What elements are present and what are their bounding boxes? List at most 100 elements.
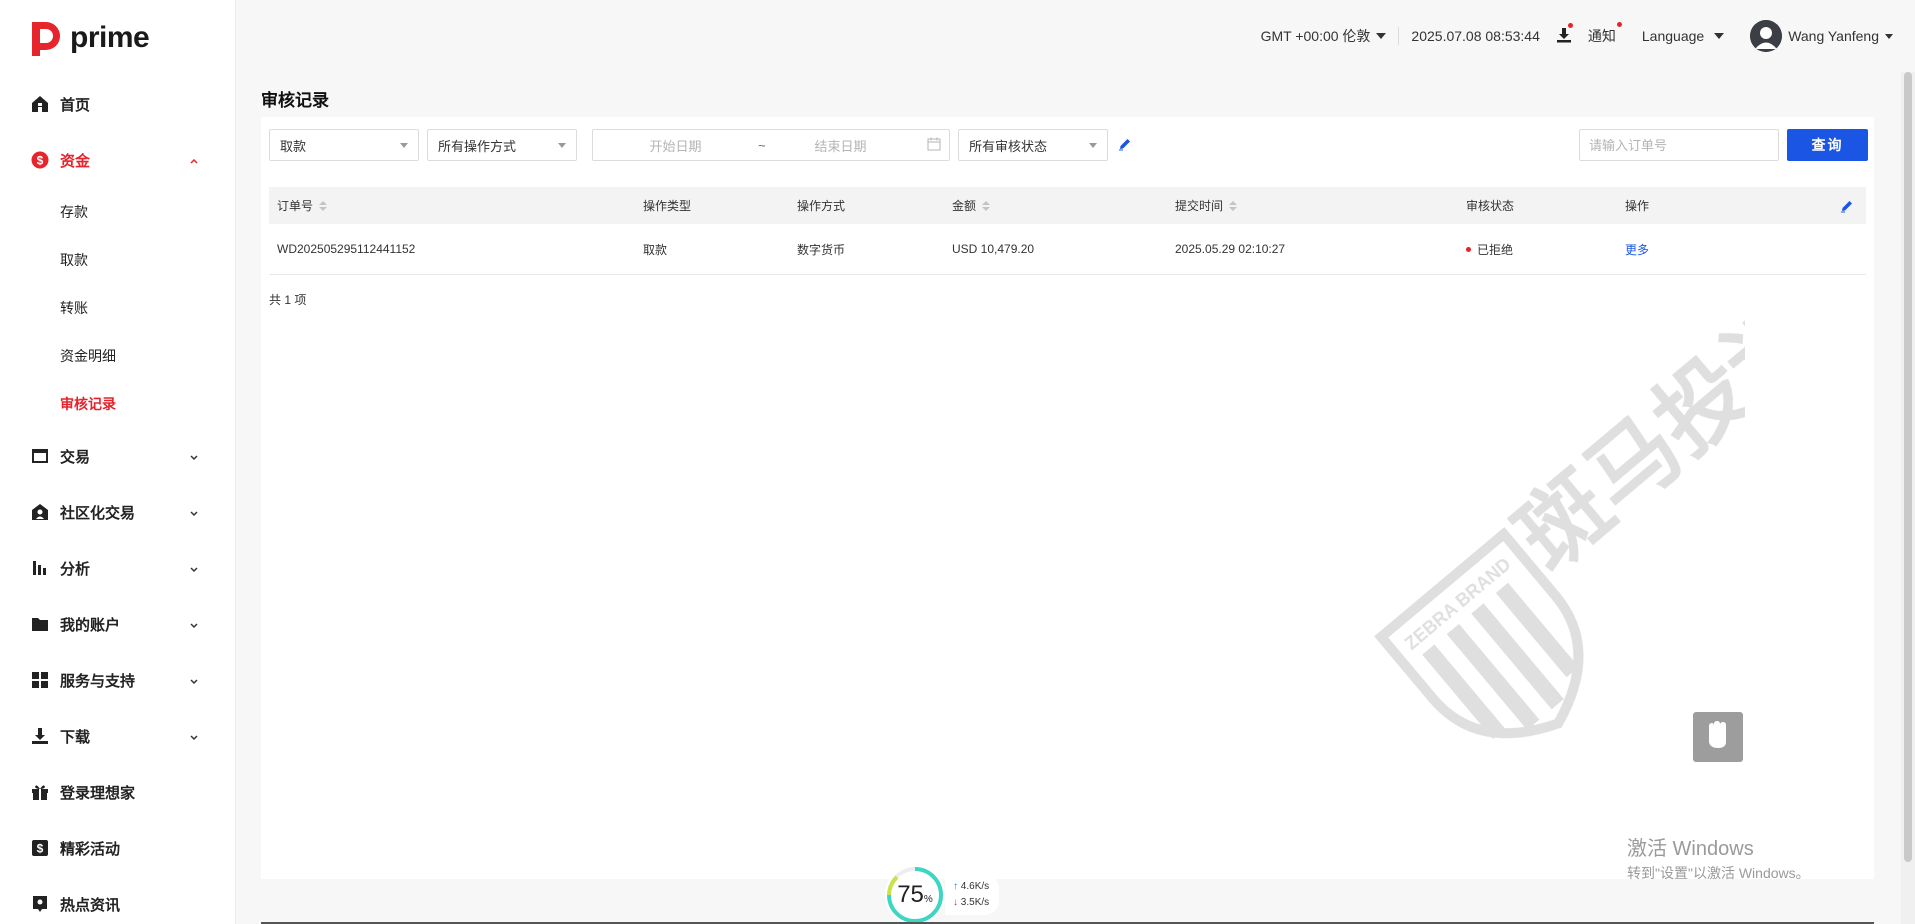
timezone-selector[interactable]: GMT +00:00 伦敦 bbox=[1261, 26, 1387, 46]
download-unit: K/s bbox=[974, 897, 990, 908]
chevron-down-icon bbox=[188, 618, 200, 630]
download-center-button[interactable] bbox=[1556, 22, 1573, 46]
language-selector[interactable]: Language bbox=[1641, 28, 1725, 44]
brand-name: prime bbox=[70, 21, 150, 54]
sidebar-item-service-support[interactable]: 服务与支持 bbox=[0, 652, 236, 708]
start-date-input[interactable]: 开始日期 bbox=[593, 136, 758, 155]
column-label: 操作 bbox=[1625, 199, 1650, 213]
column-label: 提交时间 bbox=[1175, 199, 1224, 213]
caret-down-icon bbox=[558, 143, 566, 148]
selected-value: 所有操作方式 bbox=[438, 138, 517, 154]
sidebar-item-community-trading[interactable]: 社区化交易 bbox=[0, 484, 236, 540]
sort-icon bbox=[319, 200, 328, 211]
user-name: Wang Yanfeng bbox=[1788, 28, 1879, 44]
page-title: 审核记录 bbox=[261, 91, 329, 110]
sidebar-item-analysis[interactable]: 分析 bbox=[0, 540, 236, 596]
column-label: 订单号 bbox=[277, 199, 314, 213]
sidebar-subitem-withdraw[interactable]: 取款 bbox=[0, 236, 236, 284]
analysis-icon bbox=[30, 558, 50, 578]
column-op-method: 操作方式 bbox=[797, 197, 845, 214]
sidebar-item-login-ideal-home[interactable]: 登录理想家 bbox=[0, 764, 236, 820]
vertical-scrollbar[interactable] bbox=[1901, 72, 1915, 924]
query-button[interactable]: 查询 bbox=[1787, 129, 1868, 161]
notification-button[interactable]: 通知 bbox=[1587, 22, 1622, 46]
sidebar-subitem-transfer[interactable]: 转账 bbox=[0, 284, 236, 332]
date-range-picker[interactable]: 开始日期 ~ 结束日期 bbox=[592, 129, 950, 161]
status-dot bbox=[1466, 246, 1471, 252]
chevron-down-icon bbox=[188, 562, 200, 574]
user-menu[interactable]: Wang Yanfeng bbox=[1750, 20, 1893, 52]
download-arrow-icon: ↓ bbox=[953, 897, 958, 908]
operation-method-select[interactable]: 所有操作方式 bbox=[427, 129, 577, 161]
sidebar-subitem-review-records[interactable]: 审核记录 bbox=[0, 380, 236, 428]
current-datetime: 2025.07.08 08:53:44 bbox=[1411, 28, 1540, 44]
column-op-type: 操作类型 bbox=[643, 197, 691, 214]
divider bbox=[1398, 27, 1400, 45]
sort-icon bbox=[1229, 200, 1238, 211]
cell-op-method: 数字货币 bbox=[797, 242, 846, 257]
column-order-no[interactable]: 订单号 bbox=[277, 197, 328, 214]
sort-icon bbox=[982, 200, 991, 211]
edit-columns-icon[interactable] bbox=[1840, 199, 1854, 216]
sidebar-item-events[interactable]: $ 精彩活动 bbox=[0, 820, 236, 876]
cell-status: 已拒绝 bbox=[1466, 241, 1513, 258]
upload-unit: K/s bbox=[974, 881, 990, 892]
sidebar-nav: 首页 $ 资金 存款 取款 转账 资金明细 审核记录 交易 社区化交易 分析 我… bbox=[0, 76, 236, 924]
sidebar-item-download[interactable]: 下载 bbox=[0, 708, 236, 764]
cell-amount: USD 10,479.20 bbox=[952, 242, 1035, 256]
end-date-input[interactable]: 结束日期 bbox=[758, 136, 923, 155]
avatar bbox=[1750, 20, 1783, 52]
caret-down-icon bbox=[1885, 33, 1893, 39]
sidebar-item-trade[interactable]: 交易 bbox=[0, 428, 236, 484]
language-label: Language bbox=[1641, 28, 1705, 44]
event-icon: $ bbox=[30, 838, 50, 858]
upload-arrow-icon: ↑ bbox=[953, 881, 958, 892]
table-row: WD202505295112441152 取款 数字货币 USD 10,479.… bbox=[269, 224, 1866, 275]
selected-value: 取款 bbox=[280, 138, 307, 154]
speed-rates: ↑ 4.6K/s ↓ 3.5K/s bbox=[945, 875, 1000, 915]
trade-icon bbox=[30, 446, 50, 466]
column-amount[interactable]: 金额 bbox=[952, 197, 991, 214]
operation-type-select[interactable]: 取款 bbox=[269, 129, 419, 161]
sidebar-item-my-account[interactable]: 我的账户 bbox=[0, 596, 236, 652]
network-speed-widget[interactable]: 75 % ↑ 4.6K/s ↓ 3.5K/s bbox=[885, 865, 1000, 924]
customer-service-float-button[interactable] bbox=[1693, 712, 1743, 762]
svg-text:$: $ bbox=[37, 842, 44, 856]
caret-down-icon bbox=[1714, 33, 1725, 39]
brand-logo[interactable]: prime bbox=[28, 18, 150, 58]
chevron-down-icon bbox=[188, 506, 200, 518]
column-submit-time[interactable]: 提交时间 bbox=[1175, 197, 1238, 214]
selected-value: 所有审核状态 bbox=[969, 138, 1048, 154]
community-icon bbox=[30, 502, 50, 522]
windows-activation-notice: 激活 Windows 转到"设置"以激活 Windows。 bbox=[1627, 832, 1810, 883]
hand-icon bbox=[1705, 720, 1731, 755]
prime-logo-icon bbox=[28, 18, 64, 58]
notification-label: 通知 bbox=[1587, 28, 1616, 44]
upload-speed: 4.6 bbox=[960, 881, 975, 892]
column-label: 审核状态 bbox=[1466, 199, 1515, 213]
sidebar-item-label: 分析 bbox=[60, 560, 91, 578]
sidebar-item-funds[interactable]: $ 资金 bbox=[0, 132, 236, 188]
scrollbar-thumb[interactable] bbox=[1904, 72, 1912, 862]
sidebar-item-label: 资金 bbox=[60, 152, 91, 170]
order-number-search-input[interactable] bbox=[1579, 129, 1779, 161]
sidebar-item-label: 社区化交易 bbox=[60, 504, 136, 522]
more-link[interactable]: 更多 bbox=[1625, 241, 1649, 258]
sidebar-item-label: 首页 bbox=[60, 96, 91, 114]
sidebar-item-hot-news[interactable]: 热点资讯 bbox=[0, 876, 236, 924]
records-table: 订单号 操作类型 操作方式 金额 提交时间 审核状态 操作 WD20250529… bbox=[269, 187, 1866, 275]
sidebar-item-label: 精彩活动 bbox=[60, 840, 121, 858]
sidebar-item-label: 服务与支持 bbox=[60, 672, 136, 690]
download-speed: 3.5 bbox=[960, 897, 975, 908]
download-icon bbox=[30, 726, 50, 746]
sidebar-subitem-deposit[interactable]: 存款 bbox=[0, 188, 236, 236]
edit-pencil-icon[interactable] bbox=[1118, 137, 1132, 156]
column-label: 操作方式 bbox=[797, 199, 846, 213]
sidebar-item-label: 热点资讯 bbox=[60, 896, 121, 914]
activation-subtitle: 转到"设置"以激活 Windows。 bbox=[1627, 865, 1810, 881]
app-window: prime 首页 $ 资金 存款 取款 转账 资金明细 审核记录 交易 社区化交… bbox=[0, 0, 1915, 924]
sidebar-item-home[interactable]: 首页 bbox=[0, 76, 236, 132]
sidebar-subitem-fund-details[interactable]: 资金明细 bbox=[0, 332, 236, 380]
review-status-select[interactable]: 所有审核状态 bbox=[958, 129, 1108, 161]
chevron-down-icon bbox=[188, 674, 200, 686]
